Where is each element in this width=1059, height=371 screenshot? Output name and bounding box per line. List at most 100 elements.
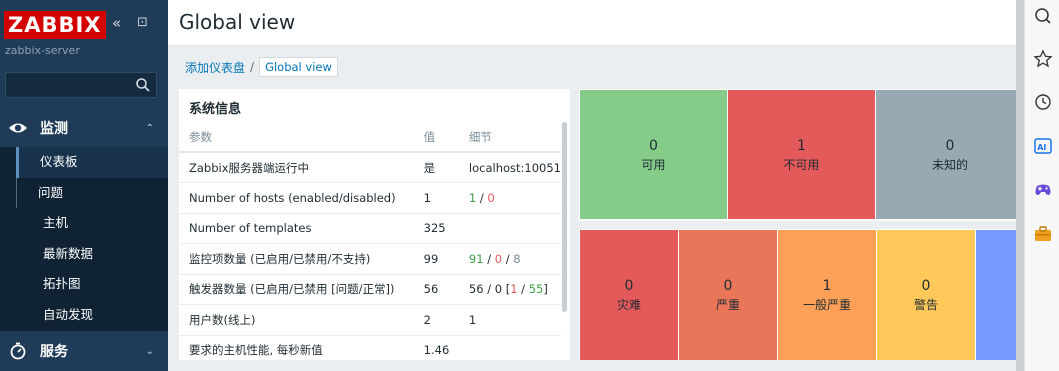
value-cell: 1.46 bbox=[413, 335, 459, 360]
breadcrumb: 添加仪表盘 / Global view bbox=[185, 56, 338, 78]
table-row: Number of hosts (enabled/disabled) 1 1 /… bbox=[179, 182, 561, 214]
problem-count: 1 bbox=[510, 282, 518, 297]
tile-count: 0 bbox=[649, 138, 658, 154]
chevron-down-icon: ⌄ bbox=[145, 345, 154, 357]
column-header-details: 细节 bbox=[458, 122, 561, 153]
server-name: zabbix-server bbox=[5, 44, 80, 57]
tile-label: 可用 bbox=[641, 158, 666, 172]
widget-scrollbar[interactable] bbox=[562, 122, 567, 312]
details-cell: 56 / 0 [1 / 55] bbox=[458, 274, 561, 305]
tile-label: 警告 bbox=[913, 298, 938, 312]
tile-count: 0 bbox=[921, 278, 931, 294]
details-cell: 91 / 0 / 8 bbox=[458, 243, 561, 275]
host-available-tile[interactable]: 0 可用 bbox=[580, 90, 727, 219]
tile-count: 1 bbox=[797, 138, 806, 154]
severity-average-tile[interactable]: 1 一般严重 bbox=[778, 230, 876, 360]
zabbix-logo[interactable]: ZABBIX bbox=[4, 11, 106, 39]
column-header-value: 值 bbox=[413, 122, 459, 153]
ai-icon[interactable]: AI bbox=[1033, 136, 1053, 156]
sidebar-item-discovery[interactable]: 自动发现 bbox=[0, 300, 168, 331]
ok-count: 55 bbox=[528, 282, 544, 297]
details-prefix: 56 / 0 [ bbox=[468, 282, 511, 297]
sidebar-item-problems[interactable]: 问题 bbox=[16, 177, 168, 208]
sidebar-item-hosts[interactable]: 主机 bbox=[0, 208, 168, 239]
tile-label: 不可用 bbox=[783, 158, 820, 172]
kiosk-mode-icon[interactable]: ⊡ bbox=[137, 15, 148, 30]
disabled-count: 0 bbox=[487, 190, 495, 205]
table-row: 要求的主机性能, 每秒新值 1.46 bbox=[179, 335, 561, 360]
details-suffix: ] bbox=[543, 282, 548, 297]
games-icon[interactable] bbox=[1033, 180, 1053, 200]
severity-warning-tile[interactable]: 0 警告 bbox=[877, 230, 975, 360]
host-unavailable-tile[interactable]: 1 不可用 bbox=[728, 90, 875, 219]
main-scrollbar[interactable] bbox=[1016, 0, 1024, 371]
value-cell: 325 bbox=[413, 213, 459, 244]
enabled-count: 91 bbox=[468, 251, 484, 266]
param-cell: 触发器数量 (已启用/已禁用 [问题/正常]) bbox=[179, 274, 414, 305]
page-title: Global view bbox=[179, 10, 296, 34]
menu-section-label: 服务 bbox=[40, 344, 68, 360]
value-cell: 56 bbox=[413, 274, 459, 305]
details-cell bbox=[458, 213, 561, 244]
search-icon[interactable] bbox=[1033, 6, 1053, 26]
tile-count: 0 bbox=[945, 138, 955, 154]
host-availability-widget: 0 可用 1 不可用 0 未知的 bbox=[579, 89, 1024, 221]
search-icon[interactable] bbox=[135, 77, 151, 93]
table-row: 监控项数量 (已启用/已禁用/不支持) 99 91 / 0 / 8 bbox=[179, 243, 561, 275]
toolbox-icon[interactable] bbox=[1033, 224, 1053, 244]
severity-disaster-tile[interactable]: 0 灾难 bbox=[580, 230, 678, 360]
unsupported-count: 8 bbox=[513, 251, 521, 266]
column-header-parameter: 参数 bbox=[179, 122, 414, 153]
param-cell: 要求的主机性能, 每秒新值 bbox=[179, 335, 414, 360]
tile-label: 灾难 bbox=[616, 298, 641, 312]
system-info-widget: 系统信息 参数 值 细节 Zabbix服务器端运行中 是 localhost:1… bbox=[179, 89, 570, 360]
table-row: 触发器数量 (已启用/已禁用 [问题/正常]) 56 56 / 0 [1 / 5… bbox=[179, 274, 561, 305]
tile-label: 严重 bbox=[715, 298, 740, 312]
sidebar-item-dashboard[interactable]: 仪表板 bbox=[16, 147, 168, 178]
details-cell: 1 bbox=[458, 304, 561, 336]
widget-title: 系统信息 bbox=[189, 102, 242, 117]
value-cell: 是 bbox=[413, 152, 459, 183]
tile-count: 0 bbox=[624, 278, 634, 294]
menu-section-label: 监测 bbox=[40, 121, 68, 137]
tile-count: 1 bbox=[822, 278, 832, 294]
collapse-sidebar-icon[interactable]: « bbox=[112, 14, 121, 32]
param-cell: 用户数(线上) bbox=[179, 304, 414, 336]
logo-row: ZABBIX bbox=[4, 10, 106, 40]
tile-label: 未知的 bbox=[931, 158, 968, 172]
menu-section-monitoring[interactable]: 监测 ⌃ bbox=[0, 108, 168, 148]
value-cell: 99 bbox=[413, 243, 459, 275]
details-cell: localhost:10051 bbox=[458, 152, 561, 183]
menu-section-services[interactable]: 服务 ⌄ bbox=[0, 331, 168, 371]
value-cell: 1 bbox=[413, 182, 459, 214]
stopwatch-icon bbox=[10, 342, 26, 360]
table-row: Zabbix服务器端运行中 是 localhost:10051 bbox=[179, 152, 561, 183]
star-icon[interactable] bbox=[1033, 49, 1053, 69]
details-cell: 1 / 0 bbox=[458, 182, 561, 214]
details-cell bbox=[458, 335, 561, 360]
details-separator: / bbox=[476, 190, 488, 205]
tile-label: 一般严重 bbox=[802, 298, 851, 312]
sidebar-item-latest-data[interactable]: 最新数据 bbox=[0, 239, 168, 270]
disabled-count: 0 bbox=[494, 251, 503, 266]
value-cell: 2 bbox=[413, 304, 459, 336]
page-header: Global view bbox=[168, 0, 1024, 46]
history-icon[interactable] bbox=[1033, 92, 1053, 112]
sidebar-search-input[interactable] bbox=[5, 72, 157, 98]
param-cell: Number of templates bbox=[179, 213, 414, 244]
system-info-table: 参数 值 细节 Zabbix服务器端运行中 是 localhost:10051 … bbox=[179, 122, 561, 360]
severity-high-tile[interactable]: 0 严重 bbox=[679, 230, 777, 360]
monitoring-submenu: 仪表板 问题 主机 最新数据 拓扑图 自动发现 bbox=[0, 147, 168, 331]
tile-count: 0 bbox=[723, 278, 733, 294]
param-cell: Number of hosts (enabled/disabled) bbox=[179, 182, 414, 214]
breadcrumb-dashboards-link[interactable]: 添加仪表盘 bbox=[185, 59, 245, 76]
breadcrumb-separator: / bbox=[250, 60, 255, 74]
table-header-row: 参数 值 细节 bbox=[179, 122, 561, 153]
sidebar-item-maps[interactable]: 拓扑图 bbox=[0, 269, 168, 300]
browser-sidebar: AI bbox=[1024, 0, 1059, 371]
host-unknown-tile[interactable]: 0 未知的 bbox=[876, 90, 1024, 219]
chevron-up-icon: ⌃ bbox=[145, 122, 154, 134]
breadcrumb-current[interactable]: Global view bbox=[259, 57, 338, 77]
table-row: Number of templates 325 bbox=[179, 213, 561, 244]
svg-text:AI: AI bbox=[1037, 143, 1046, 152]
